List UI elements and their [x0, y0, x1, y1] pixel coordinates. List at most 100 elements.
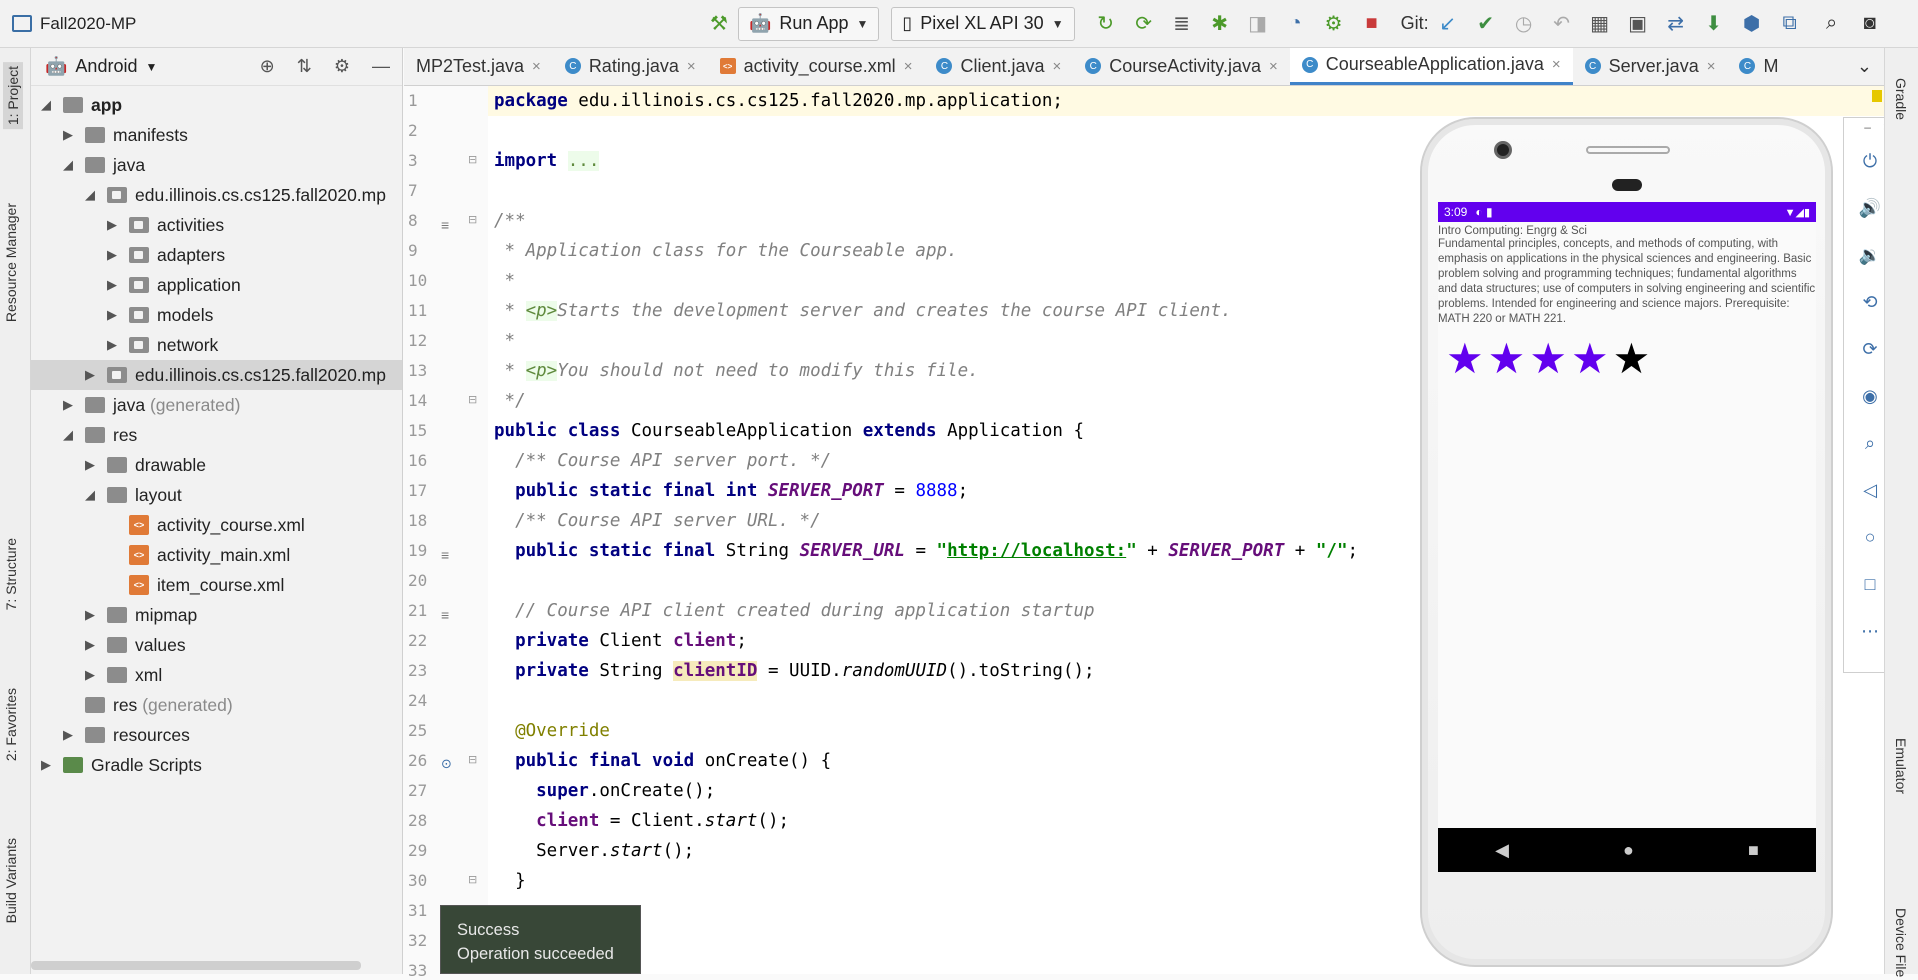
attach-icon[interactable]: ⚙: [1321, 11, 1347, 37]
fold-icon[interactable]: ⊟: [468, 873, 477, 886]
stop-icon[interactable]: ■: [1359, 11, 1385, 37]
list-icon[interactable]: ≣: [1169, 11, 1195, 37]
device-manager-icon[interactable]: ⧉: [1777, 11, 1803, 37]
git-commit-icon[interactable]: ✔: [1473, 11, 1499, 37]
doc-render-icon[interactable]: ≡: [441, 547, 449, 563]
tree-item-java-generated[interactable]: ▶ java (generated): [31, 390, 402, 420]
tab-course-activity[interactable]: C CourseActivity.java ×: [1073, 48, 1289, 85]
line-number: 27: [408, 781, 428, 800]
tab-server[interactable]: C Server.java ×: [1573, 48, 1728, 85]
tree-item-activities[interactable]: ▶ activities: [31, 210, 402, 240]
tree-item-network[interactable]: ▶ network: [31, 330, 402, 360]
fold-icon[interactable]: ⊟: [468, 393, 477, 406]
tab-favorites[interactable]: 2: Favorites: [3, 688, 19, 761]
make-project-icon[interactable]: ⚒: [706, 11, 732, 37]
fold-icon[interactable]: ⊟: [468, 153, 477, 166]
tree-item-layout[interactable]: ◢ layout: [31, 480, 402, 510]
avatar-icon[interactable]: ◙: [1857, 11, 1883, 37]
apply-changes-icon[interactable]: ↻: [1093, 11, 1119, 37]
tree-item-java[interactable]: ◢ java: [31, 150, 402, 180]
tree-item-res-generated[interactable]: res (generated): [31, 690, 402, 720]
recents-icon[interactable]: ■: [1748, 840, 1759, 861]
folded-imports[interactable]: ...: [567, 151, 600, 171]
tab-resource-manager[interactable]: Resource Manager: [3, 203, 19, 322]
rating-star[interactable]: ★: [1446, 337, 1484, 381]
tree-item-xml[interactable]: ▶ xml: [31, 660, 402, 690]
rating-star[interactable]: ★: [1613, 337, 1651, 381]
rating-star[interactable]: ★: [1529, 337, 1567, 381]
doc-render-icon[interactable]: ≡: [441, 217, 449, 233]
project-structure-icon[interactable]: ▦: [1587, 11, 1613, 37]
tab-more[interactable]: CM: [1727, 48, 1790, 85]
tab-emulator[interactable]: Emulator: [1893, 738, 1909, 794]
tree-item-test-package[interactable]: ▶ edu.illinois.cs.cs125.fall2020.mp: [31, 360, 402, 390]
tab-build-variants[interactable]: Build Variants: [3, 838, 19, 923]
tree-item-mipmap[interactable]: ▶ mipmap: [31, 600, 402, 630]
tab-gradle[interactable]: Gradle: [1893, 78, 1909, 120]
debug-icon[interactable]: ✱: [1207, 11, 1233, 37]
layout-inspector-icon[interactable]: ⬢: [1739, 11, 1765, 37]
device-select[interactable]: ▯ Pixel XL API 30 ▼: [891, 6, 1075, 41]
close-icon[interactable]: ×: [532, 58, 541, 75]
collapse-all-icon[interactable]: ⇅: [297, 56, 312, 77]
git-rollback-icon[interactable]: ↶: [1549, 11, 1575, 37]
project-view-select[interactable]: 🤖 Android ▼: [45, 56, 157, 77]
sdk-manager-icon[interactable]: ⬇: [1701, 11, 1727, 37]
rating-star[interactable]: ★: [1488, 337, 1526, 381]
fold-icon[interactable]: ⊟: [468, 213, 477, 226]
doc-render-icon[interactable]: ≡: [441, 607, 449, 623]
tab-structure[interactable]: 7: Structure: [3, 538, 19, 610]
tab-list-button[interactable]: ⌄: [1845, 48, 1884, 85]
sync-gradle-icon[interactable]: ⇄: [1663, 11, 1689, 37]
rating-star[interactable]: ★: [1571, 337, 1609, 381]
back-icon[interactable]: ◀: [1495, 840, 1509, 861]
tree-item-app[interactable]: ◢ app: [31, 90, 402, 120]
tab-mp2test[interactable]: MP2Test.java ×: [404, 48, 553, 85]
run-config-select[interactable]: 🤖 Run App ▼: [738, 6, 880, 41]
tree-item-adapters[interactable]: ▶ adapters: [31, 240, 402, 270]
apply-code-changes-icon[interactable]: ⟳: [1131, 11, 1157, 37]
url-link[interactable]: http://localhost:: [947, 541, 1126, 561]
tree-item-item-course-xml[interactable]: <> item_course.xml: [31, 570, 402, 600]
close-icon[interactable]: ×: [1552, 56, 1561, 73]
tree-item-application[interactable]: ▶ application: [31, 270, 402, 300]
tab-device-file[interactable]: Device File: [1893, 908, 1909, 977]
home-icon[interactable]: ●: [1623, 840, 1634, 861]
tree-item-manifests[interactable]: ▶ manifests: [31, 120, 402, 150]
tree-item-activity-main-xml[interactable]: <> activity_main.xml: [31, 540, 402, 570]
minimize-icon[interactable]: –: [1864, 120, 1871, 136]
locate-icon[interactable]: ⊕: [260, 56, 275, 77]
tree-item-models[interactable]: ▶ models: [31, 300, 402, 330]
avd-manager-icon[interactable]: ▣: [1625, 11, 1651, 37]
close-icon[interactable]: ×: [1053, 58, 1062, 75]
close-icon[interactable]: ×: [904, 58, 913, 75]
git-history-icon[interactable]: ◷: [1511, 11, 1537, 37]
emulator-screen[interactable]: 3:09 ◐ ▮ ▼◢▮ Intro Computing: Engrg & Sc…: [1438, 202, 1816, 872]
tab-project[interactable]: 1: Project: [3, 62, 23, 130]
tree-item-resources[interactable]: ▶ resources: [31, 720, 402, 750]
horizontal-scrollbar[interactable]: [31, 961, 361, 970]
tree-item-drawable[interactable]: ▶ drawable: [31, 450, 402, 480]
git-update-icon[interactable]: ↙: [1435, 11, 1461, 37]
attach-debugger-icon[interactable]: ◨: [1245, 11, 1271, 37]
override-icon[interactable]: ⊙: [441, 756, 452, 772]
tree-item-values[interactable]: ▶ values: [31, 630, 402, 660]
rating-bar[interactable]: ★ ★ ★ ★ ★: [1438, 327, 1816, 381]
close-icon[interactable]: ×: [687, 58, 696, 75]
gear-icon[interactable]: ⚙: [334, 56, 350, 77]
profile-icon[interactable]: ◔: [1283, 11, 1309, 37]
tree-item-res[interactable]: ◢ res: [31, 420, 402, 450]
tree-item-activity-course-xml[interactable]: <> activity_course.xml: [31, 510, 402, 540]
success-notification[interactable]: Success Operation succeeded: [440, 905, 641, 974]
tab-courseable-application[interactable]: C CourseableApplication.java ×: [1289, 48, 1573, 85]
tree-item-gradle-scripts[interactable]: ▶ Gradle Scripts: [31, 750, 402, 780]
tab-client[interactable]: C Client.java ×: [924, 48, 1073, 85]
tab-rating[interactable]: C Rating.java ×: [553, 48, 708, 85]
fold-icon[interactable]: ⊟: [468, 753, 477, 766]
close-icon[interactable]: ×: [1707, 58, 1716, 75]
search-icon[interactable]: ⌕: [1819, 11, 1845, 37]
close-icon[interactable]: ×: [1269, 58, 1278, 75]
tab-activity-course-xml[interactable]: <> activity_course.xml ×: [708, 48, 925, 85]
hide-icon[interactable]: —: [372, 56, 390, 77]
tree-item-package[interactable]: ◢ edu.illinois.cs.cs125.fall2020.mp: [31, 180, 402, 210]
